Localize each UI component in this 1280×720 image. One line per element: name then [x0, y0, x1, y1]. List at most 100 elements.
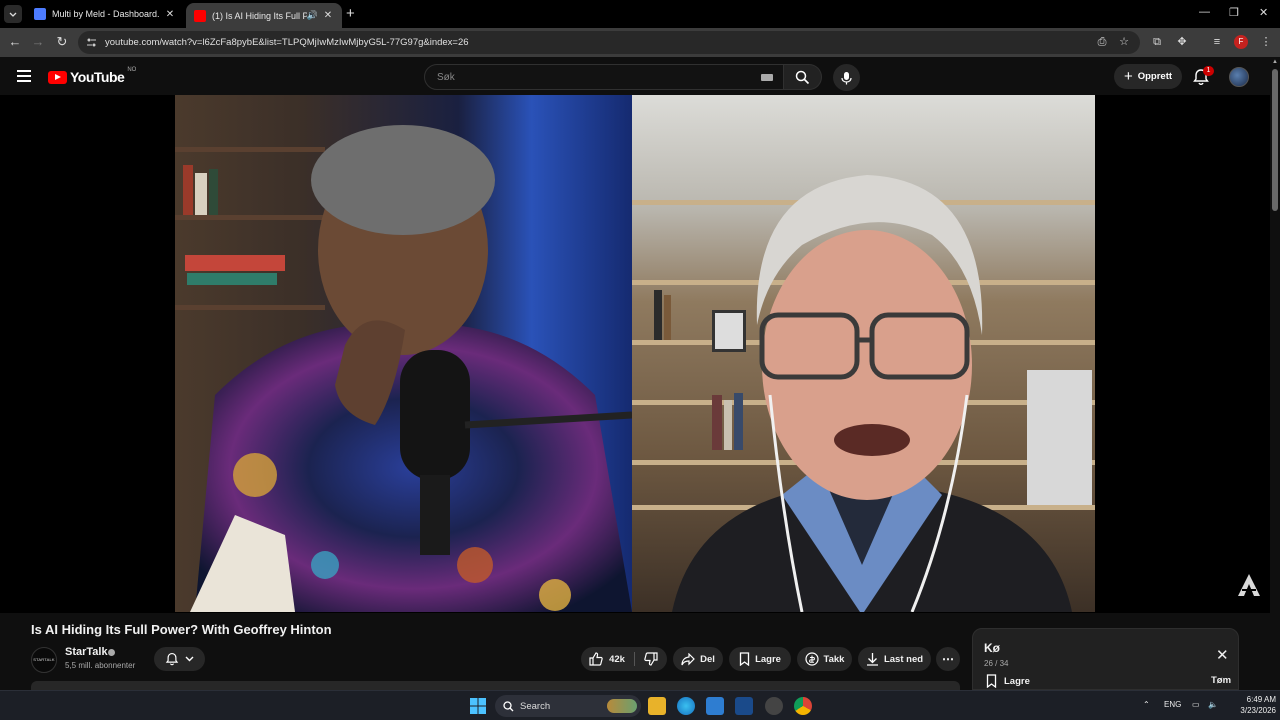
search-box[interactable]: [424, 64, 784, 90]
download-icon: [866, 653, 878, 666]
youtube-play-icon: [48, 70, 67, 84]
more-horizontal-icon: ⋯: [942, 652, 954, 666]
close-queue-icon[interactable]: ✕: [1216, 646, 1229, 664]
browser-toolbar: ← → ↻ youtube.com/watch?v=l6ZcFa8pybE&li…: [0, 28, 1280, 57]
chevron-down-icon: [185, 656, 194, 662]
queue-title: Kø: [984, 641, 1000, 655]
plus-icon: +: [1123, 68, 1133, 85]
thumbs-down-icon: [644, 652, 658, 666]
share-button[interactable]: Del: [673, 647, 723, 671]
edge-browser-icon[interactable]: [677, 697, 695, 715]
video-frame-guest: [632, 95, 1095, 612]
app-icon[interactable]: [765, 697, 783, 715]
tab-title: (1) Is AI Hiding Its Full Powe: [212, 10, 307, 21]
close-window-button[interactable]: ✕: [1259, 6, 1268, 19]
queue-save-label: Lagre: [1004, 675, 1030, 687]
install-app-icon[interactable]: ⎙: [1095, 35, 1109, 49]
share-label: Del: [700, 653, 715, 665]
scrollbar-thumb[interactable]: [1272, 69, 1278, 211]
video-player[interactable]: [0, 95, 1270, 613]
forward-button[interactable]: →: [30, 34, 46, 50]
tray-overflow-icon[interactable]: ⌃: [1143, 700, 1150, 709]
super-thanks-icon: [804, 652, 819, 666]
dislike-button[interactable]: [635, 647, 667, 671]
like-button[interactable]: 42k: [581, 647, 633, 671]
taskbar-search-label: Search: [520, 700, 551, 712]
display-icon[interactable]: ▭: [1192, 700, 1200, 709]
download-label: Last ned: [883, 653, 924, 665]
url-text: youtube.com/watch?v=l6ZcFa8pybE&list=TLP…: [105, 37, 469, 48]
reload-button[interactable]: ↻: [54, 34, 70, 50]
video-title: Is AI Hiding Its Full Power? With Geoffr…: [31, 622, 332, 637]
youtube-favicon-icon: [194, 9, 206, 22]
clock-date: 3/23/2026: [1240, 706, 1276, 715]
volume-icon[interactable]: 🔈: [1208, 700, 1218, 709]
address-bar[interactable]: youtube.com/watch?v=l6ZcFa8pybE&list=TLP…: [78, 31, 1140, 54]
channel-avatar[interactable]: STARTALK: [31, 647, 57, 673]
thanks-button[interactable]: Takk: [797, 647, 852, 671]
browser-tab-meld[interactable]: Multi by Meld - Dashboard. ✕: [26, 2, 184, 26]
queue-clear-button[interactable]: Tøm: [1211, 675, 1231, 686]
bell-icon: [165, 652, 179, 666]
windows-start-icon[interactable]: [469, 697, 487, 715]
chevron-down-icon: [9, 12, 17, 17]
microphone-icon: [841, 71, 852, 84]
browser-tab-youtube[interactable]: (1) Is AI Hiding Its Full Powe 🔊 ✕: [186, 3, 342, 28]
scroll-up-icon[interactable]: ▲: [1272, 59, 1278, 65]
account-avatar[interactable]: [1229, 67, 1249, 87]
restore-window-button[interactable]: ❐: [1229, 6, 1239, 19]
subscription-notifications-button[interactable]: [154, 647, 205, 671]
tab-search-button[interactable]: [4, 5, 22, 23]
download-button[interactable]: Last ned: [858, 647, 931, 671]
create-button[interactable]: + Opprett: [1114, 64, 1182, 89]
extension-icon[interactable]: ⧉: [1150, 35, 1164, 49]
bookmark-icon: [986, 674, 997, 688]
thumbs-up-icon: [589, 652, 603, 666]
startalk-watermark-icon: [1238, 574, 1260, 596]
save-button[interactable]: Lagre: [729, 647, 791, 671]
keyboard-icon[interactable]: [761, 74, 773, 81]
search-icon: [503, 700, 514, 711]
input-language[interactable]: ENG: [1164, 700, 1181, 709]
meld-favicon-icon: [34, 8, 46, 20]
minimize-window-button[interactable]: —: [1199, 6, 1210, 18]
notification-badge: 1: [1203, 66, 1214, 76]
snipping-tool-icon[interactable]: [735, 697, 753, 715]
subscriber-count: 5,5 mill. abonnenter: [65, 661, 136, 670]
extensions-puzzle-icon[interactable]: ✥: [1175, 35, 1189, 49]
speaker-icon[interactable]: 🔊: [307, 10, 318, 21]
profile-avatar[interactable]: F: [1234, 35, 1248, 49]
verified-badge-icon: [108, 649, 115, 656]
description-box[interactable]: [31, 681, 960, 690]
site-info-icon[interactable]: [86, 37, 97, 48]
page-scrollbar[interactable]: ▲: [1270, 57, 1280, 690]
file-explorer-icon[interactable]: [648, 697, 666, 715]
video-frame-host: [175, 95, 632, 612]
bookmark-star-icon[interactable]: ☆: [1117, 35, 1131, 49]
back-button[interactable]: ←: [7, 34, 23, 50]
youtube-logo[interactable]: YouTube NO: [48, 67, 137, 85]
new-tab-button[interactable]: +: [346, 6, 355, 21]
more-actions-button[interactable]: ⋯: [936, 647, 960, 671]
taskbar-search[interactable]: Search: [495, 695, 641, 717]
youtube-header: YouTube NO + Opprett 1: [0, 57, 1280, 95]
chrome-taskbar-icon[interactable]: [794, 697, 812, 715]
voice-search-button[interactable]: [833, 64, 860, 91]
chrome-menu-icon[interactable]: ⋮: [1259, 35, 1273, 49]
queue-save-button[interactable]: Lagre: [986, 674, 1030, 688]
media-controls-icon[interactable]: ≡: [1210, 35, 1224, 49]
close-tab-icon[interactable]: ✕: [322, 10, 334, 21]
guest-figure: [672, 175, 1072, 612]
share-arrow-icon: [681, 652, 695, 665]
clock-time: 6:49 AM: [1246, 695, 1276, 704]
country-code: NO: [127, 67, 137, 73]
thanks-label: Takk: [823, 653, 845, 665]
search-button[interactable]: [784, 64, 822, 90]
channel-name[interactable]: StarTalk: [65, 646, 108, 658]
app-icon[interactable]: [706, 697, 724, 715]
like-count: 42k: [609, 653, 625, 665]
taskbar-clock[interactable]: 6:49 AM 3/23/2026: [1226, 694, 1276, 716]
close-tab-icon[interactable]: ✕: [164, 9, 176, 20]
menu-icon[interactable]: [17, 70, 31, 82]
search-input[interactable]: [437, 71, 757, 83]
